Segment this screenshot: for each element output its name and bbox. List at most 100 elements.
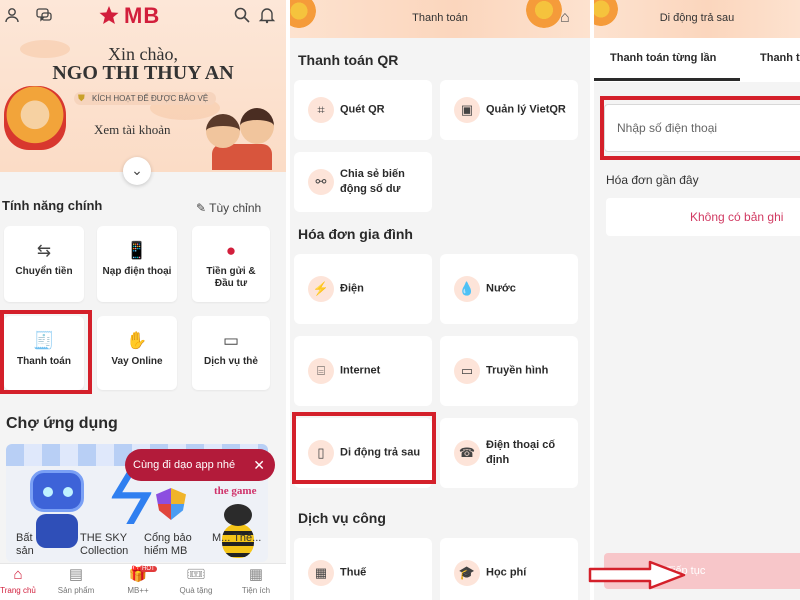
item-label: Di động trả sau (340, 446, 421, 459)
water-item[interactable]: 💧 Nước (440, 254, 578, 324)
home-icon[interactable]: ⌂ (560, 9, 578, 27)
nav-utilities[interactable]: ▦ Tiện ích (228, 566, 284, 595)
nav-label: Trang chủ (0, 586, 36, 595)
tab-bar: Thanh toán từng lần Thanh t (594, 38, 800, 82)
view-account-link[interactable]: Xem tài khoản (94, 122, 171, 138)
router-icon: ⌸ (308, 358, 334, 384)
user-icon[interactable] (2, 6, 22, 26)
home-screen: MB Xin chào, NGO THI THUY AN ⛊ KÍCH HOẠT… (0, 0, 286, 600)
shield-icon: ⛊ (78, 93, 85, 103)
home-icon: ⌂ (13, 566, 23, 583)
item-label: Thuế (340, 566, 367, 579)
continue-button[interactable]: Tiếp tục (604, 553, 800, 589)
search-icon[interactable] (232, 6, 252, 26)
item-label: Internet (340, 364, 381, 377)
nav-mbplus[interactable]: 🎁 HOT MB++ (110, 566, 166, 595)
tv-item[interactable]: ▭ Truyền hình (440, 336, 578, 406)
internet-item[interactable]: ⌸ Internet (294, 336, 432, 406)
nav-home[interactable]: ⌂ Trang chủ (0, 566, 46, 595)
item-label: Học phí (486, 566, 527, 579)
payment-header: Thanh toán ⌂ (290, 0, 590, 38)
feature-label: Vay Online (111, 356, 163, 367)
public-services-title: Dịch vụ công (298, 510, 386, 526)
tab-single-payment[interactable]: Thanh toán từng lần (610, 52, 716, 64)
postpaid-header: Di động trả sau (594, 0, 800, 38)
hot-badge: HOT (140, 566, 157, 572)
vietqr-manage-item[interactable]: ▣ Quản lý VietQR (440, 80, 578, 140)
transfer-icon: ⇆ (36, 241, 52, 260)
feature-savings[interactable]: ● Tiền gửi & Đầu tư (192, 226, 270, 302)
feature-phone-topup[interactable]: 📱 Nạp điện thoại (97, 226, 177, 302)
edit-icon: ✎ (196, 201, 210, 215)
nav-gifts[interactable]: 🎟 Quà tặng (168, 566, 224, 595)
bee-mascot (220, 504, 256, 558)
children-illustration (206, 108, 278, 170)
electricity-icon: ⚡ (308, 276, 334, 302)
market-app-1[interactable]: Bất sản (16, 532, 52, 558)
grid-icon: ▦ (248, 566, 264, 583)
folder-icon: ▤ (68, 566, 84, 583)
feature-label: Tiền gửi & Đầu tư (206, 266, 256, 289)
page-title: Di động trả sau (659, 12, 735, 24)
tuition-item[interactable]: 🎓 Học phí (440, 538, 578, 600)
feature-label: Thanh toán (17, 356, 71, 367)
tooltip-text: Cùng đi dạo app nhé (133, 459, 236, 471)
qr-scan-icon: ⌗ (308, 97, 334, 123)
market-app-3[interactable]: Cổng bảo hiểm MB (144, 532, 200, 558)
recent-bills-list: Không có bản ghi (606, 198, 800, 236)
graduation-cap-icon: 🎓 (454, 560, 480, 586)
tour-tooltip: Cùng đi dạo app nhé ✕ (125, 449, 275, 481)
market-app-2[interactable]: THE SKY Collection (80, 532, 136, 558)
feature-transfer[interactable]: ⇆ Chuyển tiền (4, 226, 84, 302)
expand-chevron-icon[interactable]: ⌄ (123, 157, 151, 185)
item-label: Nước (486, 282, 516, 295)
recent-bills-title: Hóa đơn gần đây (606, 173, 699, 187)
close-icon[interactable]: ✕ (253, 449, 265, 481)
loan-icon: ✋ (126, 331, 148, 350)
main-features-title: Tính năng chính (2, 198, 103, 213)
protect-badge-label: KÍCH HOẠT ĐỂ ĐƯỢC BẢO VỆ (92, 94, 209, 103)
user-name: NGO THI THUY AN (52, 62, 234, 84)
family-bills-title: Hóa đơn gia đình (298, 226, 413, 242)
app-market-title: Chợ ứng dụng (6, 415, 118, 432)
feature-label: Chuyển tiền (15, 266, 73, 277)
nav-products[interactable]: ▤ Sản phẩm (48, 566, 104, 595)
protect-badge[interactable]: ⛊ KÍCH HOẠT ĐỂ ĐƯỢC BẢO VỆ (74, 92, 217, 105)
game-logo: the game (214, 485, 257, 497)
feature-card-service[interactable]: ▭ Dịch vụ thẻ (192, 316, 270, 390)
empty-state-text: Không có bản ghi (690, 210, 784, 224)
vietqr-manage-icon: ▣ (454, 97, 480, 123)
electricity-item[interactable]: ⚡ Điện (294, 254, 432, 324)
qr-scan-item[interactable]: ⌗ Quét QR (294, 80, 432, 140)
share-icon: ⚯ (308, 169, 334, 195)
tax-icon: ▦ (308, 560, 334, 586)
feature-bill-payment[interactable]: 🧾 Thanh toán (4, 316, 84, 390)
phone-topup-icon: 📱 (126, 241, 148, 260)
feature-label: Dịch vụ thẻ (204, 356, 258, 367)
bell-icon[interactable] (257, 6, 277, 26)
nav-label: Sản phẩm (57, 586, 95, 595)
item-label: Điện (340, 282, 364, 295)
feature-loan[interactable]: ✋ Vay Online (97, 316, 177, 390)
lion-dance-illustration (4, 86, 66, 150)
postpaid-screen: Di động trả sau Thanh toán từng lần Than… (594, 0, 800, 600)
payment-screen: Thanh toán ⌂ Thanh toán QR ⌗ Quét QR ▣ Q… (290, 0, 590, 600)
mobile-icon: ▯ (308, 440, 334, 466)
customize-link[interactable]: ✎ Tùy chỉnh (196, 201, 261, 215)
feature-label: Nạp điện thoại (102, 266, 172, 277)
share-balance-item[interactable]: ⚯ Chia sẻ biến động số dư (294, 152, 432, 212)
nav-label: MB++ (127, 586, 149, 595)
mb-brand-name: MB (124, 3, 161, 28)
market-app-4[interactable]: M... Thẻ... (212, 532, 264, 545)
tax-item[interactable]: ▦ Thuế (294, 538, 432, 600)
item-label: Điện thoại cố định (486, 439, 556, 466)
customize-label: Tùy chỉnh (209, 201, 262, 215)
postpaid-mobile-item[interactable]: ▯ Di động trả sau (294, 418, 432, 488)
landline-item[interactable]: ☎ Điện thoại cố định (440, 418, 578, 488)
bottom-navigation: ⌂ Trang chủ ▤ Sản phẩm 🎁 HOT MB++ 🎟 Quà … (0, 563, 286, 600)
tab-second[interactable]: Thanh t (760, 52, 800, 64)
phone-number-input[interactable] (604, 104, 800, 152)
item-label: Truyền hình (486, 364, 549, 377)
chat-icon[interactable] (34, 6, 54, 26)
card-service-icon: ▭ (222, 331, 240, 350)
